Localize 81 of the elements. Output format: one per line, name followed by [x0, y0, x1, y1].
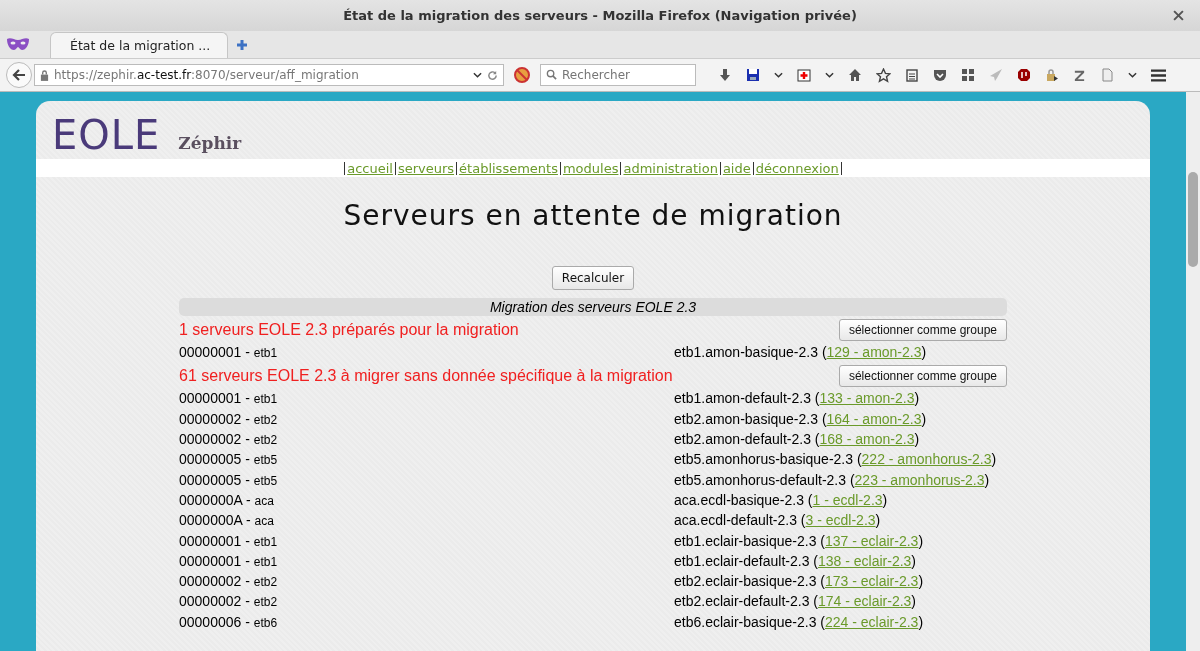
search-icon — [546, 69, 557, 80]
medkit-icon[interactable] — [797, 68, 811, 82]
module-link[interactable]: 173 - eclair-2.3 — [825, 573, 919, 590]
variant-label: etb2.eclair-basique-2.3 (173 - eclair-2.3) — [674, 573, 924, 590]
download-icon[interactable] — [718, 68, 732, 82]
address-field[interactable]: https://zephir.ac-test.fr:8070/serveur/aff_migration — [34, 64, 504, 86]
server-label: 00000002 - etb2 — [179, 410, 279, 427]
module-link[interactable]: 137 - eclair-2.3 — [825, 532, 919, 549]
server-label: 00000001 - etb1 — [179, 552, 279, 569]
section-heading: 1 serveurs EOLE 2.3 préparés pour la migration — [179, 320, 519, 339]
server-label: 0000000A - aca — [179, 512, 275, 529]
app-name: Zéphir — [178, 133, 242, 153]
module-link[interactable]: 3 - ecdl-2.3 — [805, 512, 876, 529]
z-icon[interactable] — [1073, 68, 1086, 82]
window-title: État de la migration des serveurs - Mozilla Firefox (Navigation privée) — [343, 8, 857, 23]
caret-icon[interactable] — [825, 72, 834, 78]
mask-icon — [6, 37, 30, 51]
padlock-icon[interactable] — [1045, 68, 1059, 82]
tab-title: État de la migration ... — [70, 38, 211, 53]
server-label: 00000005 - etb5 — [179, 471, 279, 488]
server-label: 00000002 - etb2 — [179, 593, 279, 610]
variant-label: aca.ecdl-basique-2.3 (1 - ecdl-2.3) — [674, 491, 888, 508]
plus-icon[interactable] — [236, 39, 248, 51]
grid-icon[interactable] — [961, 68, 975, 82]
variant-label: etb5.amonhorus-default-2.3 (223 - amonhorus-2.3) — [674, 471, 990, 488]
menu-icon[interactable] — [1151, 68, 1166, 82]
variant-label: etb1.eclair-basique-2.3 (137 - eclair-2.3) — [674, 532, 924, 549]
blocked-icon[interactable] — [514, 67, 530, 83]
reload-icon[interactable] — [487, 69, 498, 81]
close-icon[interactable] — [1173, 10, 1184, 21]
search-field[interactable]: Rechercher — [540, 64, 696, 86]
nav-link[interactable]: aide — [720, 160, 753, 176]
module-link[interactable]: 1 - ecdl-2.3 — [812, 491, 883, 508]
pocket-icon[interactable] — [933, 68, 947, 82]
caret-icon[interactable] — [774, 72, 783, 78]
variant-label: etb2.amon-basique-2.3 (164 - amon-2.3) — [674, 410, 927, 427]
variant-label: etb1.eclair-default-2.3 (138 - eclair-2.3) — [674, 552, 917, 569]
floppy-icon[interactable] — [746, 68, 760, 82]
back-button[interactable] — [6, 62, 32, 88]
variant-label: etb6.eclair-basique-2.3 (224 - eclair-2.3) — [674, 613, 924, 630]
browser-tab[interactable]: État de la migration ... — [50, 32, 228, 58]
variant-label: etb1.amon-default-2.3 (133 - amon-2.3) — [674, 390, 920, 407]
server-label: 00000001 - etb1 — [179, 344, 279, 361]
section-heading: 61 serveurs EOLE 2.3 à migrer sans donnée spécifique à la migration — [179, 366, 673, 385]
shield-icon[interactable] — [1017, 68, 1031, 82]
back-arrow-icon — [12, 68, 26, 82]
server-label: 00000006 - etb6 — [179, 613, 279, 630]
lock-icon — [40, 69, 49, 81]
select-group-button[interactable]: sélectionner comme groupe — [838, 318, 1007, 341]
nav-link[interactable]: modules — [560, 160, 621, 176]
nav-link[interactable]: serveurs — [395, 160, 457, 176]
clipboard-icon[interactable] — [905, 68, 919, 82]
nav-link[interactable]: accueil — [345, 160, 395, 176]
panel-title: Migration des serveurs EOLE 2.3 — [179, 298, 1007, 316]
nav-link[interactable]: administration — [621, 160, 720, 176]
server-label: 00000002 - etb2 — [179, 431, 279, 448]
caret-icon[interactable] — [473, 72, 482, 78]
variant-label: etb1.amon-basique-2.3 (129 - amon-2.3) — [674, 344, 927, 361]
recalculate-button[interactable]: Recalculer — [551, 266, 635, 290]
variant-label: etb5.amonhorus-basique-2.3 (222 - amonhorus-2.3) — [674, 451, 997, 468]
scrollbar-thumb[interactable] — [1188, 172, 1198, 267]
nav-link[interactable]: établissements — [457, 160, 560, 176]
caret-icon[interactable] — [1128, 72, 1137, 78]
server-label: 00000005 - etb5 — [179, 451, 279, 468]
server-label: 00000002 - etb2 — [179, 573, 279, 590]
server-label: 00000001 - etb1 — [179, 532, 279, 549]
server-label: 00000001 - etb1 — [179, 390, 279, 407]
variant-label: etb2.amon-default-2.3 (168 - amon-2.3) — [674, 431, 920, 448]
variant-label: etb2.eclair-default-2.3 (174 - eclair-2.3) — [674, 593, 917, 610]
select-group-button[interactable]: sélectionner comme groupe — [838, 364, 1007, 387]
page-title: Serveurs en attente de migration — [342, 199, 844, 232]
url-text: https://zephir.ac-test.fr:8070/serveur/aff_migration — [54, 68, 360, 82]
variant-label: aca.ecdl-default-2.3 (3 - ecdl-2.3) — [674, 512, 881, 529]
module-link[interactable]: 168 - amon-2.3 — [819, 431, 915, 448]
site-logo: EOLE — [52, 115, 161, 155]
server-label: 0000000A - aca — [179, 491, 275, 508]
module-link[interactable]: 133 - amon-2.3 — [819, 390, 915, 407]
star-icon[interactable] — [876, 67, 891, 83]
nav-link[interactable]: déconnexion — [753, 160, 841, 176]
module-link[interactable]: 224 - eclair-2.3 — [825, 613, 919, 630]
home-icon[interactable] — [848, 68, 862, 82]
